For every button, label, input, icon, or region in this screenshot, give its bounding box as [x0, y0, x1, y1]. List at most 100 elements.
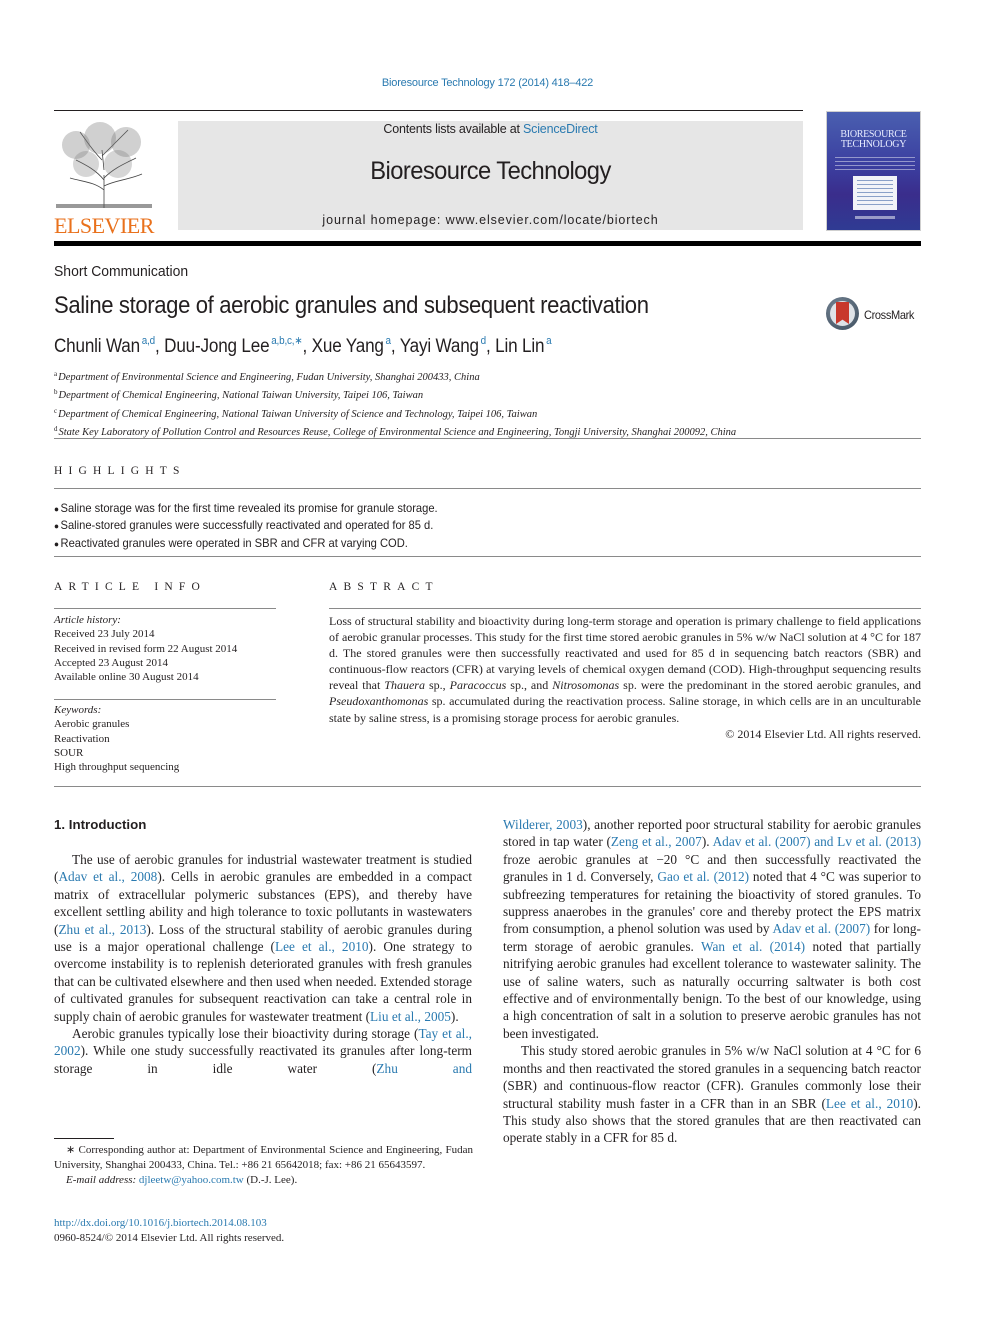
highlights-bottom-divider	[54, 556, 921, 557]
affiliation-text: Department of Chemical Engineering, Nati…	[58, 390, 424, 402]
author-separator: ,	[486, 336, 496, 357]
email-suffix: (D.-J. Lee).	[243, 1174, 298, 1186]
citation-link[interactable]: Gao et al. (2012)	[657, 869, 749, 884]
author-name[interactable]: Duu-Jong Lee	[164, 336, 269, 357]
citation-link[interactable]: Adav et al. (2007) and Lv et al. (2013)	[713, 834, 921, 849]
email-link[interactable]: djleetw@yahoo.com.tw	[139, 1174, 244, 1186]
intro-paragraph-2-start: Aerobic granules typically lose their bi…	[54, 1026, 473, 1076]
author-list: Chunli Wan a,d, Duu-Jong Lee a,b,c,∗, Xue …	[54, 334, 552, 358]
keyword-item: High throughput sequencing	[54, 761, 180, 774]
affiliation-text: Department of Chemical Engineering, Nati…	[58, 408, 538, 420]
intro-paragraph-2-cont: Wilderer, 2003), another reported poor s…	[503, 817, 922, 1041]
contents-prefix: Contents lists available at	[383, 122, 524, 136]
keyword-item: Reactivation	[54, 732, 110, 745]
author-name[interactable]: Chunli Wan	[54, 336, 140, 357]
crossmark-label: CrossMark	[864, 308, 915, 322]
species-name: Paracoccus	[449, 678, 507, 693]
keyword-item: SOUR	[54, 746, 84, 759]
highlight-item: ●Saline storage was for the first time r…	[54, 500, 863, 517]
journal-reference-link[interactable]: Bioresource Technology 172 (2014) 418–42…	[0, 77, 975, 89]
intro-paragraph-3: This study stored aerobic granules in 5%…	[503, 1043, 921, 1146]
highlight-item: ●Saline-stored granules were successfull…	[54, 517, 863, 534]
elsevier-tree-icon	[56, 122, 152, 208]
highlight-item: ●Reactivated granules were operated in S…	[54, 535, 863, 552]
journal-masthead: Contents lists available at ScienceDirec…	[178, 121, 803, 230]
author-affiliation-link[interactable]: a,d	[142, 335, 155, 347]
citation-link[interactable]: Wan et al. (2014)	[701, 939, 805, 954]
abstract-divider	[329, 608, 921, 609]
body-column-right: Wilderer, 2003), another reported poor s…	[503, 816, 921, 1147]
keywords-label: Keywords:	[54, 704, 102, 716]
author-name[interactable]: Yayi Wang	[400, 336, 479, 357]
journal-cover-image[interactable]: BIORESOURCE TECHNOLOGY	[826, 111, 921, 231]
species-name: Thauera	[384, 678, 425, 693]
history-accepted: Accepted 23 August 2014	[54, 656, 168, 669]
affiliation-key: c	[54, 406, 58, 415]
keywords: Keywords: Aerobic granules Reactivation …	[54, 703, 276, 774]
affiliations-divider	[54, 438, 921, 439]
intro-paragraph-1: The use of aerobic granules for industri…	[54, 852, 473, 1024]
elsevier-logo[interactable]: ELSEVIER	[54, 120, 154, 238]
abstract-heading: ABSTRACT	[329, 581, 439, 593]
header-thick-divider	[54, 241, 921, 246]
affiliation-key: d	[54, 425, 58, 434]
affiliation-text: Department of Environmental Science and …	[58, 372, 480, 383]
citation-link[interactable]: Lee et al., 2010	[826, 1096, 913, 1111]
citation-link[interactable]: Zhu et al., 2013	[58, 922, 146, 937]
author-name[interactable]: Lin Lin	[495, 336, 544, 357]
affiliation-item: bDepartment of Chemical Engineering, Nat…	[54, 385, 924, 403]
issn-copyright: 0960-8524/© 2014 Elsevier Ltd. All right…	[54, 1232, 285, 1244]
doi-link[interactable]: http://dx.doi.org/10.1016/j.biortech.201…	[54, 1217, 267, 1229]
affiliation-key: b	[54, 388, 58, 397]
affiliation-text: State Key Laboratory of Pollution Contro…	[58, 427, 737, 439]
keywords-divider	[54, 699, 276, 700]
header-top-divider	[54, 110, 803, 111]
article-history: Article history: Received 23 July 2014 R…	[54, 613, 276, 684]
highlight-text: Saline storage was for the first time re…	[60, 501, 438, 515]
elsevier-wordmark: ELSEVIER	[54, 213, 154, 238]
abstract-text: Loss of structural stability and bioacti…	[329, 613, 921, 742]
contents-line: Contents lists available at ScienceDirec…	[178, 122, 803, 136]
journal-homepage[interactable]: journal homepage: www.elsevier.com/locat…	[178, 213, 803, 227]
abstract-body: Loss of structural stability and bioacti…	[329, 614, 922, 725]
article-type: Short Communication	[54, 263, 189, 280]
affiliations: aDepartment of Environmental Science and…	[54, 367, 924, 441]
cover-title: BIORESOURCE TECHNOLOGY	[827, 130, 920, 150]
citation-link[interactable]: Adav et al. (2007)	[772, 921, 870, 936]
sciencedirect-link[interactable]: ScienceDirect	[523, 122, 598, 136]
highlight-text: Reactivated granules were operated in SB…	[60, 535, 408, 550]
citation-link[interactable]: Adav et al., 2008	[58, 869, 157, 884]
cover-text-lines	[835, 157, 915, 171]
corresponding-author-text: ∗ Corresponding author at: Department of…	[54, 1144, 473, 1171]
keyword-item: Aerobic granules	[54, 718, 130, 731]
crossmark-icon	[826, 297, 859, 330]
author-name[interactable]: Xue Yang	[312, 336, 384, 357]
front-matter-divider	[54, 786, 921, 787]
abstract-copyright: © 2014 Elsevier Ltd. All rights reserved…	[725, 726, 921, 741]
body-column-left: The use of aerobic granules for industri…	[54, 851, 472, 1077]
citation-link[interactable]: Lee et al., 2010	[275, 939, 369, 954]
article-info-divider	[54, 608, 276, 609]
journal-title: Bioresource Technology	[370, 157, 611, 185]
email-label: E-mail address:	[66, 1174, 137, 1186]
footnote-divider	[54, 1138, 114, 1139]
article-info-heading: ARTICLE INFO	[54, 581, 206, 593]
cover-footer-mark	[855, 216, 895, 219]
author-separator: ,	[154, 336, 165, 357]
highlights-list: ●Saline storage was for the first time r…	[54, 500, 924, 552]
article-history-label: Article history:	[54, 614, 121, 626]
author-affiliation-link[interactable]: a,b,c,∗	[271, 335, 302, 347]
citation-link[interactable]: Wilderer, 2003	[503, 817, 583, 832]
highlights-top-divider	[54, 488, 921, 489]
citation-link[interactable]: Liu et al., 2005	[370, 1009, 451, 1024]
highlights-heading: HIGHLIGHTS	[54, 465, 186, 477]
affiliation-key: a	[54, 370, 58, 378]
introduction-heading: 1. Introduction	[54, 817, 147, 832]
citation-link[interactable]: Zeng et al., 2007	[611, 834, 702, 849]
citation-link[interactable]: Zhu and	[376, 1061, 472, 1076]
author-separator: ,	[390, 336, 400, 357]
author-affiliation-link[interactable]: a	[546, 335, 552, 347]
history-revised: Received in revised form 22 August 2014	[54, 642, 238, 655]
author-separator: ,	[302, 336, 312, 357]
crossmark-button[interactable]: CrossMark	[826, 297, 926, 333]
